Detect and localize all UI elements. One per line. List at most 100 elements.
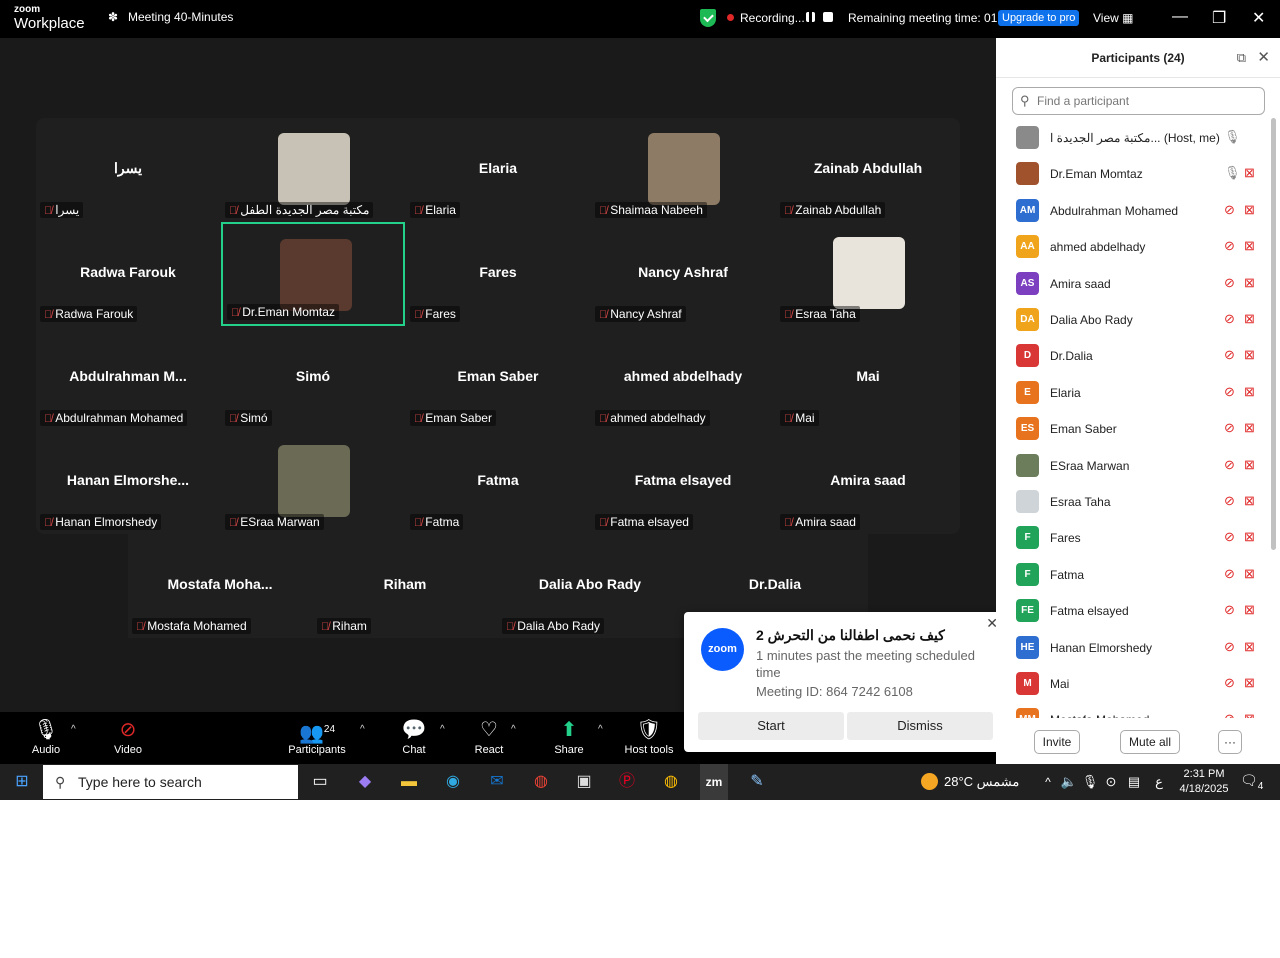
video-off-icon[interactable]: ⊠ [1244, 165, 1255, 181]
video-tile[interactable]: Fatma elsayed 🎙̸ Fatma elsayed [591, 430, 775, 534]
paint-icon[interactable]: ✎ [744, 764, 770, 800]
participant-row[interactable]: D Dr.Dalia ⊘ ⊠ [996, 338, 1266, 374]
video-tile[interactable]: Mai 🎙̸ Mai [776, 326, 960, 430]
mute-all-button[interactable]: Mute all [1120, 730, 1180, 754]
muted-mic-icon[interactable]: ⊘ [1224, 675, 1235, 691]
muted-mic-icon[interactable]: ⊘ [1224, 602, 1235, 618]
mic-tray-icon[interactable]: 🎙 [1081, 764, 1099, 800]
video-off-icon[interactable]: ⊠ [1244, 566, 1255, 582]
video-off-icon[interactable]: ⊠ [1244, 711, 1255, 718]
participant-row[interactable]: AM Abdulrahman Mohamed ⊘ ⊠ [996, 193, 1266, 229]
edge-icon[interactable]: ◉ [440, 764, 466, 800]
video-off-icon[interactable]: ⊠ [1244, 238, 1255, 254]
audio-options-chevron-icon[interactable]: ^ [71, 724, 76, 735]
chat-button[interactable]: 💬 Chat [396, 718, 432, 756]
muted-mic-icon[interactable]: ⊘ [1224, 493, 1235, 509]
mic-icon[interactable]: 🎙 [1224, 165, 1241, 181]
video-tile[interactable]: Zainab Abdullah 🎙̸ Zainab Abdullah [776, 118, 960, 222]
dismiss-button[interactable]: Dismiss [847, 712, 993, 740]
participant-row[interactable]: Esraa Taha ⊘ ⊠ [996, 484, 1266, 520]
muted-mic-icon[interactable]: ⊘ [1224, 311, 1235, 327]
zoom-taskbar-icon[interactable]: zm [700, 764, 728, 800]
video-tile[interactable]: Hanan Elmorshe... 🎙̸ Hanan Elmorshedy [36, 430, 220, 534]
participant-row[interactable]: HE Hanan Elmorshedy ⊘ ⊠ [996, 630, 1266, 666]
muted-mic-icon[interactable]: ⊘ [1224, 347, 1235, 363]
video-tile[interactable]: Amira saad 🎙̸ Amira saad [776, 430, 960, 534]
network-icon[interactable]: ▤ [1124, 764, 1144, 800]
muted-mic-icon[interactable]: ⊘ [1224, 238, 1235, 254]
muted-mic-icon[interactable]: ⊘ [1224, 529, 1235, 545]
video-off-icon[interactable]: ⊠ [1244, 639, 1255, 655]
security-shield-icon[interactable] [700, 9, 716, 27]
video-tile[interactable]: Abdulrahman M... 🎙̸ Abdulrahman Mohamed [36, 326, 220, 430]
muted-mic-icon[interactable]: ⊘ [1224, 711, 1235, 718]
video-tile[interactable]: 🎙̸ Esraa Taha [776, 222, 960, 326]
muted-mic-icon[interactable]: ⊘ [1224, 457, 1235, 473]
video-off-icon[interactable]: ⊠ [1244, 602, 1255, 618]
popout-icon[interactable]: ⧉ [1237, 50, 1246, 66]
stop-recording-icon[interactable] [823, 12, 833, 22]
participant-row[interactable]: F Fatma ⊘ ⊠ [996, 557, 1266, 593]
video-off-icon[interactable]: ⊠ [1244, 457, 1255, 473]
video-tile[interactable]: Fares 🎙̸ Fares [406, 222, 590, 326]
video-off-icon[interactable]: ⊠ [1244, 202, 1255, 218]
windows-start-icon[interactable]: ⊞ [8, 764, 36, 800]
react-chevron-icon[interactable]: ^ [511, 724, 516, 735]
participant-row[interactable]: AA ahmed abdelhady ⊘ ⊠ [996, 229, 1266, 265]
participant-scrollbar[interactable] [1271, 118, 1276, 550]
participant-row[interactable]: MM Mostafa Mohamed ⊘ ⊠ [996, 702, 1266, 718]
meeting-info[interactable]: ✽ Meeting 40-Minutes [108, 10, 233, 24]
speaker-icon[interactable]: 🔈 [1060, 764, 1078, 800]
video-tile[interactable]: Simó 🎙̸ Simó [221, 326, 405, 430]
outlook-icon[interactable]: ✉ [484, 764, 510, 800]
video-button[interactable]: ⊘ Video [108, 718, 148, 756]
video-tile[interactable]: Riham 🎙̸ Riham [313, 534, 497, 638]
video-tile[interactable]: يسرا 🎙̸ يسرا [36, 118, 220, 222]
clock[interactable]: 2:31 PM 4/18/2025 [1178, 767, 1230, 797]
video-tile[interactable]: Radwa Farouk 🎙̸ Radwa Farouk [36, 222, 220, 326]
video-tile[interactable]: 🎙̸ Shaimaa Nabeeh [591, 118, 775, 222]
participant-row[interactable]: DA Dalia Abo Rady ⊘ ⊠ [996, 302, 1266, 338]
chrome-icon-2[interactable]: ◍ [658, 764, 684, 800]
participant-row[interactable]: مكتبة مصر الجديدة ا... (Host, me) 🎙 [996, 120, 1266, 156]
participant-search-input[interactable]: ⚲ Find a participant [1012, 87, 1265, 115]
chat-chevron-icon[interactable]: ^ [440, 724, 445, 735]
video-tile[interactable]: 🎙̸ مكتبة مصر الجديدة الطفل [221, 118, 405, 222]
muted-mic-icon[interactable]: ⊘ [1224, 202, 1235, 218]
tray-chevron-icon[interactable]: ^ [1040, 764, 1056, 800]
muted-mic-icon[interactable]: ⊘ [1224, 639, 1235, 655]
video-tile[interactable]: Mostafa Moha... 🎙̸ Mostafa Mohamed [128, 534, 312, 638]
video-tile[interactable]: 🎙̸ Dr.Eman Momtaz [221, 222, 405, 326]
video-off-icon[interactable]: ⊠ [1244, 275, 1255, 291]
video-tile[interactable]: Eman Saber 🎙̸ Eman Saber [406, 326, 590, 430]
participant-row[interactable]: AS Amira saad ⊘ ⊠ [996, 266, 1266, 302]
view-button[interactable]: View ▦ [1093, 11, 1133, 25]
minimize-icon[interactable]: — [1172, 8, 1188, 26]
participant-row[interactable]: FE Fatma elsayed ⊘ ⊠ [996, 593, 1266, 629]
notification-center-icon[interactable]: 🗨4 [1240, 772, 1263, 792]
taskbar-search-input[interactable]: ⚲ Type here to search [43, 765, 298, 799]
pause-recording-icon[interactable] [806, 12, 815, 22]
restore-icon[interactable]: ❐ [1212, 8, 1226, 28]
video-tile[interactable]: Nancy Ashraf 🎙̸ Nancy Ashraf [591, 222, 775, 326]
video-off-icon[interactable]: ⊠ [1244, 493, 1255, 509]
muted-mic-icon[interactable]: ⊘ [1224, 384, 1235, 400]
participant-row[interactable]: ESraa Marwan ⊘ ⊠ [996, 448, 1266, 484]
pinterest-icon[interactable]: Ⓟ [614, 764, 640, 800]
video-tile[interactable]: Dalia Abo Rady 🎙̸ Dalia Abo Rady [498, 534, 682, 638]
muted-mic-icon[interactable]: ⊘ [1224, 566, 1235, 582]
video-tile[interactable]: 🎙̸ ESraa Marwan [221, 430, 405, 534]
participant-row[interactable]: F Fares ⊘ ⊠ [996, 520, 1266, 556]
store-icon[interactable]: ▣ [571, 764, 597, 800]
react-button[interactable]: ♡ React [470, 718, 508, 756]
audio-button[interactable]: 🎙 Audio [26, 718, 66, 756]
host-tools-button[interactable]: 🛡 Host tools [620, 718, 678, 756]
share-button[interactable]: ⬆ Share [549, 718, 589, 756]
chrome-icon[interactable]: ◍ [528, 764, 554, 800]
muted-mic-icon[interactable]: ⊘ [1224, 420, 1235, 436]
task-view-icon[interactable]: ▭ [308, 764, 332, 800]
participants-button[interactable]: 👥24 Participants [286, 718, 348, 756]
more-options-button[interactable]: ··· [1218, 730, 1242, 754]
participant-row[interactable]: M Mai ⊘ ⊠ [996, 666, 1266, 702]
video-off-icon[interactable]: ⊠ [1244, 384, 1255, 400]
